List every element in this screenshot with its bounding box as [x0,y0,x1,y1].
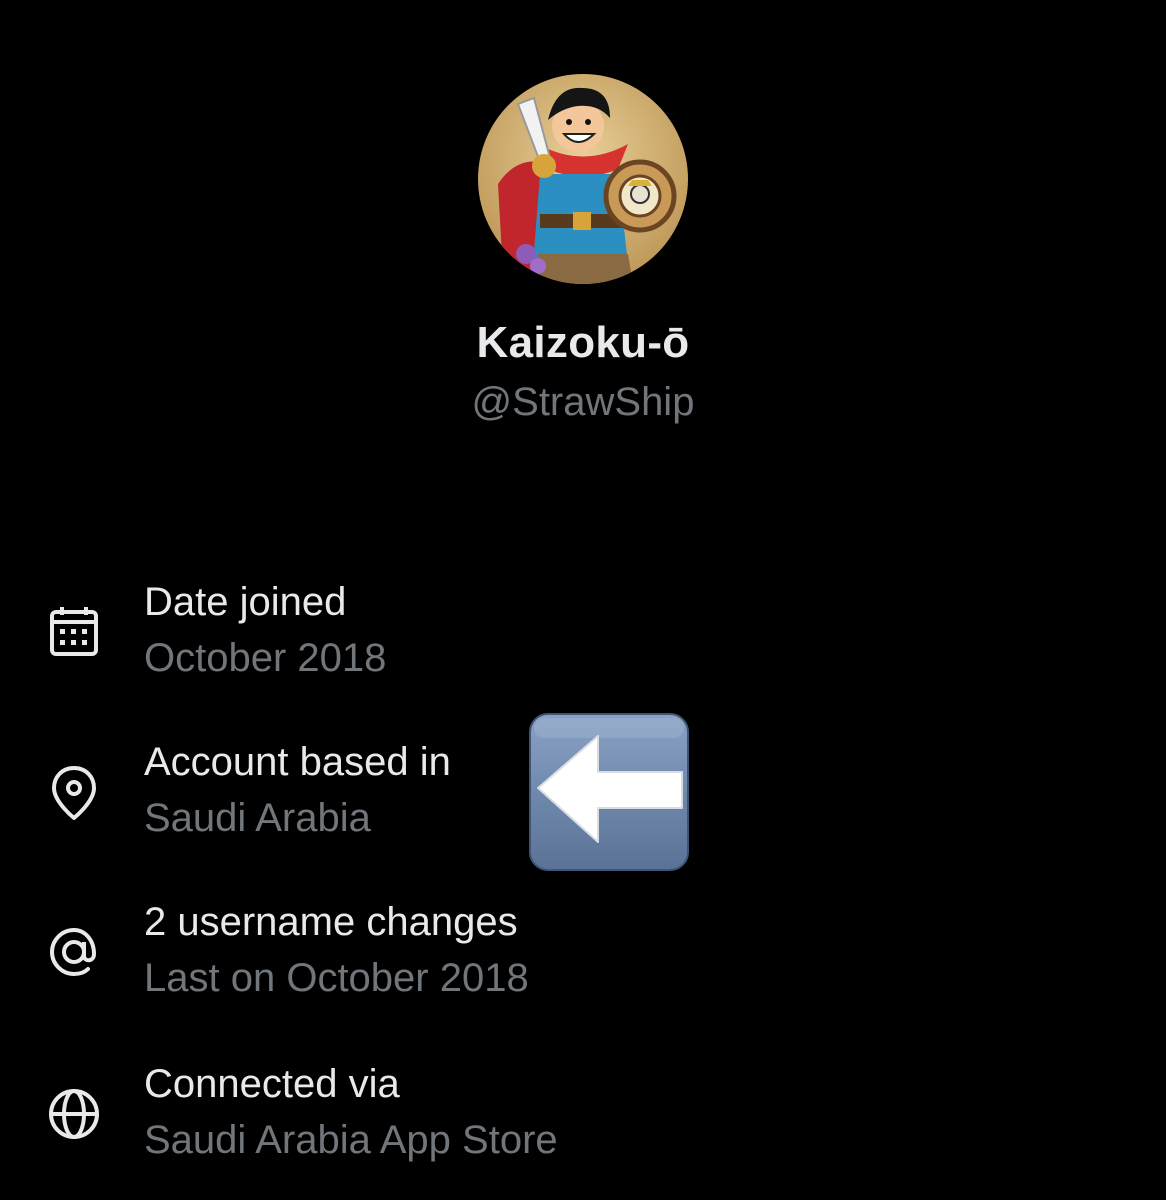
calendar-icon [50,607,98,656]
date-joined-value: October 2018 [144,636,387,680]
username-changes-value: Last on October 2018 [144,956,529,1000]
avatar-image [478,74,688,284]
display-name: Kaizoku-ō [476,318,690,367]
connected-via-label: Connected via [144,1062,400,1106]
profile-avatar[interactable] [478,74,688,284]
connected-via-value: Saudi Arabia App Store [144,1118,558,1162]
info-row-date-joined: Date joined October 2018 [0,580,1166,710]
at-sign-icon [49,927,97,977]
info-row-connected-via: Connected via Saudi Arabia App Store [0,1062,1166,1192]
account-based-in-value: Saudi Arabia [144,796,371,840]
username-changes-label: 2 username changes [144,900,518,944]
location-pin-icon [52,766,96,820]
date-joined-label: Date joined [144,580,347,624]
account-based-in-label: Account based in [144,740,451,784]
left-arrow-emoji [528,712,690,872]
info-row-username-changes: 2 username changes Last on October 2018 [0,900,1166,1030]
globe-icon [49,1089,99,1139]
username-handle: @StrawShip [471,380,695,424]
left-arrow-icon [529,713,689,871]
